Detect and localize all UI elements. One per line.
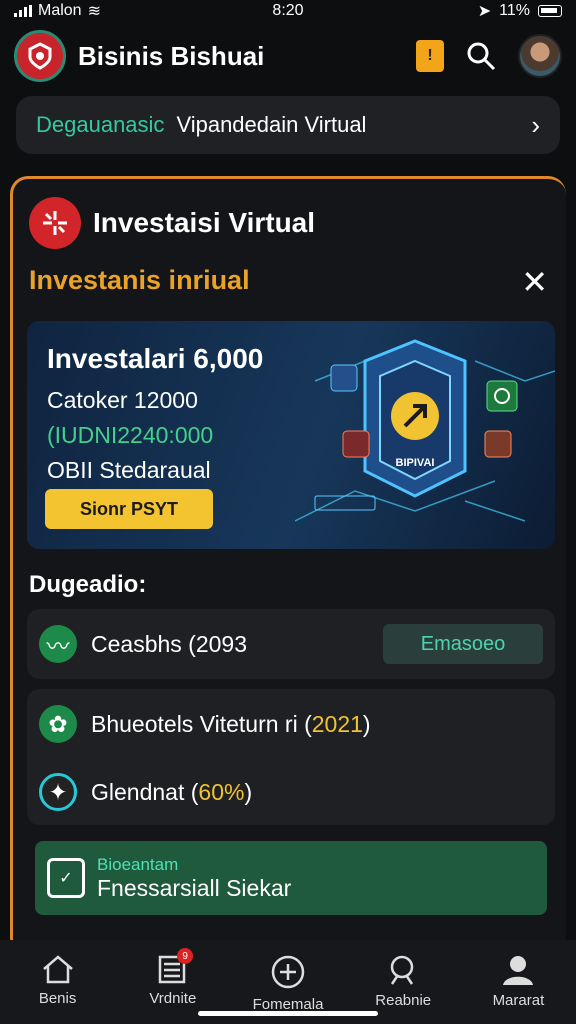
avatar[interactable]	[518, 34, 562, 78]
tab-label: Vrdnite	[149, 990, 197, 1007]
list-item-text: Ceasbhs (2093	[91, 630, 247, 657]
location-icon: ➤	[477, 3, 492, 20]
list-item-text: Bhueotels Viteturn ri (	[91, 710, 312, 737]
year-value: 2021	[311, 710, 363, 737]
app-logo[interactable]	[14, 30, 66, 82]
hero-line-3: (IUDNI2240:000	[47, 422, 214, 448]
wifi-icon: ≋	[87, 3, 101, 20]
status-pill-button[interactable]: Emasoeo	[383, 624, 543, 664]
tab-home[interactable]: Benis	[0, 940, 115, 1024]
battery-percent: 11%	[499, 2, 530, 19]
investment-card: Investaisi Virtual Investanis inriual ✕ …	[10, 176, 566, 956]
list-item[interactable]: 〰 Ceasbhs (2093 Emasoeo	[27, 609, 555, 679]
tab-profile[interactable]: Mararat	[461, 940, 576, 1024]
carrier-label: Malon	[38, 2, 82, 19]
hero-line-2: Catoker 12000	[47, 387, 198, 413]
close-icon[interactable]: ✕	[521, 263, 548, 301]
percent-value: 60%	[198, 778, 245, 805]
notification-badge: 9	[177, 948, 194, 964]
banner[interactable]: Degauanasic Vipandedain Virtual ›	[16, 96, 560, 154]
gear-icon: ✿	[39, 705, 77, 743]
app-header: Bisinis Bishuai !	[0, 26, 576, 86]
card-title: Investaisi Virtual	[93, 207, 316, 238]
banner-text: Vipandedain Virtual	[176, 112, 367, 137]
financial-card-sub: Bioeantam	[97, 854, 179, 874]
list-item-suffix: )	[362, 710, 371, 737]
search-icon	[390, 955, 414, 985]
card-icon	[29, 197, 81, 249]
alert-icon: !	[427, 47, 433, 64]
bulb-icon: ✦	[39, 773, 77, 811]
tab-label: Benis	[38, 990, 77, 1007]
tab-bar: Benis 9 Vrdnite Fomemala Reabnie Mararat	[0, 940, 576, 1024]
banner-tag: Degauanasic	[36, 112, 165, 137]
hero-cta-button[interactable]: Sionr PSYT	[45, 489, 213, 529]
hero-amount: Investalari 6,000	[47, 343, 264, 374]
checklist-icon: ✓	[47, 858, 85, 898]
person-icon	[503, 956, 534, 985]
burst-icon	[43, 211, 67, 235]
wave-icon: 〰	[39, 625, 77, 663]
financial-card[interactable]: ✓ Bioeantam Fnessarsiall Siekar	[35, 841, 547, 915]
tab-label: Reabnie	[375, 992, 432, 1009]
plus-circle-icon	[271, 955, 305, 989]
card-subhead: Investanis inriual	[29, 265, 250, 295]
home-icon	[42, 955, 73, 984]
status-time: 8:20	[272, 2, 304, 19]
hero-banner: Investalari 6,000 Catoker 12000 (IUDNI22…	[27, 321, 555, 549]
list-item[interactable]: ✿ Bhueotels Viteturn ri (2021)	[27, 689, 555, 759]
tab-label: Mararat	[492, 992, 545, 1009]
list-group-1: 〰 Ceasbhs (2093 Emasoeo	[27, 609, 555, 679]
app-title: Bisinis Bishuai	[78, 40, 265, 71]
status-bar: Malon ≋ 8:20 ➤ 11%	[0, 0, 576, 22]
list-item-text: Glendnat (	[91, 778, 199, 805]
battery-icon	[538, 5, 562, 17]
list-item[interactable]: ✦ Glendnat (60%)	[27, 759, 555, 825]
hero-line-4: OBII Stedaraual	[47, 457, 211, 483]
art-label: BIPIVAI	[396, 457, 435, 469]
notification-button[interactable]: !	[416, 40, 444, 72]
section-label: Dugeadio:	[29, 571, 147, 598]
list-group-2: ✿ Bhueotels Viteturn ri (2021) ✦ Glendna…	[27, 689, 555, 825]
crypto-illustration: BIPIVAI	[295, 339, 555, 522]
shield-icon	[28, 42, 52, 70]
search-icon[interactable]	[466, 41, 496, 71]
chevron-right-icon: ›	[531, 109, 540, 140]
financial-card-title: Fnessarsiall Siekar	[97, 874, 292, 901]
home-indicator	[198, 1011, 378, 1016]
list-item-suffix: )	[244, 778, 253, 805]
signal-icon	[14, 5, 32, 17]
